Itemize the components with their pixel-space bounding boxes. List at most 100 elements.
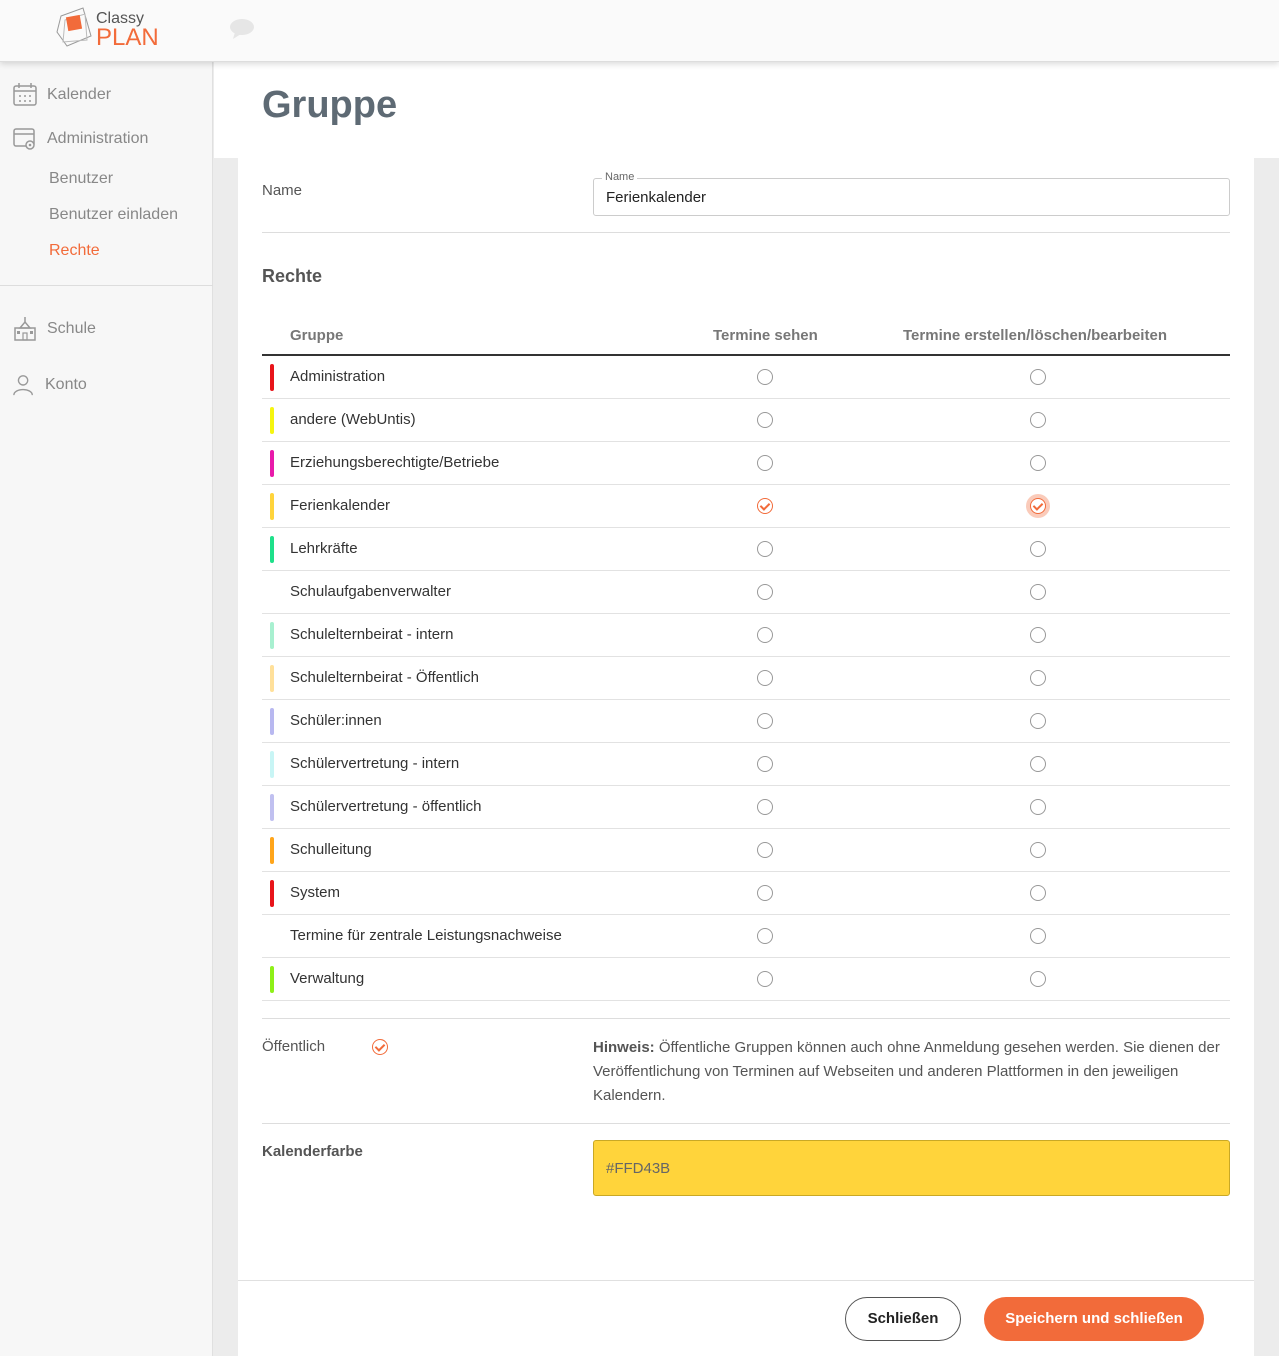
group-color-marker	[270, 708, 274, 735]
group-color-marker	[270, 450, 274, 477]
rights-table-row: Schulelternbeirat - intern	[262, 614, 1230, 657]
edit-events-radio[interactable]	[1030, 928, 1046, 944]
see-events-radio[interactable]	[757, 584, 773, 600]
edit-events-radio[interactable]	[1030, 971, 1046, 987]
public-toggle[interactable]	[372, 1039, 388, 1055]
see-events-radio[interactable]	[757, 799, 773, 815]
edit-events-radio[interactable]	[1030, 584, 1046, 600]
group-name: Verwaltung	[290, 970, 365, 987]
rights-table-row: System	[262, 872, 1230, 915]
sidebar-label-kalender: Kalender	[47, 86, 112, 103]
rights-table-row: Schülervertretung - intern	[262, 743, 1230, 786]
group-name: Schulleitung	[290, 841, 372, 858]
group-color-marker	[270, 751, 274, 778]
see-events-radio[interactable]	[757, 928, 773, 944]
see-events-radio[interactable]	[757, 713, 773, 729]
rights-table-row: Schulleitung	[262, 829, 1230, 872]
edit-events-radio[interactable]	[1030, 498, 1046, 514]
hint-text: Öffentliche Gruppen können auch ohne Anm…	[593, 1039, 1220, 1104]
edit-events-radio[interactable]	[1030, 455, 1046, 471]
edit-events-radio[interactable]	[1030, 756, 1046, 772]
group-form-card: Name Name Ferienkalender Rechte Gruppe T…	[238, 158, 1254, 1356]
group-name: System	[290, 884, 341, 901]
sidebar-item-administration[interactable]: Administration	[12, 126, 148, 152]
divider	[262, 1018, 1230, 1019]
name-label: Name	[262, 182, 303, 199]
see-events-radio[interactable]	[757, 842, 773, 858]
rights-table-row: Administration	[262, 356, 1230, 399]
sidebar: Kalender Administration Benutzer Benutze…	[0, 62, 213, 1356]
admin-settings-icon	[13, 128, 35, 150]
edit-events-radio[interactable]	[1030, 369, 1046, 385]
group-name: andere (WebUntis)	[290, 411, 416, 428]
calendar-color-value: #FFD43B	[606, 1160, 671, 1177]
close-button[interactable]: Schließen	[845, 1297, 961, 1341]
group-color-marker	[270, 665, 274, 692]
rights-table-row: andere (WebUntis)	[262, 399, 1230, 442]
see-events-radio[interactable]	[757, 455, 773, 471]
rights-table-row: Verwaltung	[262, 958, 1230, 1001]
edit-events-radio[interactable]	[1030, 713, 1046, 729]
group-color-marker	[270, 407, 274, 434]
see-events-radio[interactable]	[757, 885, 773, 901]
see-events-radio[interactable]	[757, 670, 773, 686]
edit-events-radio[interactable]	[1030, 627, 1046, 643]
school-icon	[14, 317, 36, 341]
group-name: Schulelternbeirat - Öffentlich	[290, 669, 479, 686]
edit-events-radio[interactable]	[1030, 799, 1046, 815]
edit-events-radio[interactable]	[1030, 842, 1046, 858]
public-hint: Hinweis: Öffentliche Gruppen können auch…	[593, 1036, 1223, 1108]
sidebar-item-benutzer[interactable]: Benutzer	[49, 170, 113, 188]
edit-events-radio[interactable]	[1030, 670, 1046, 686]
logo-text-plan: PLAN	[96, 24, 159, 51]
see-events-radio[interactable]	[757, 412, 773, 428]
group-color-marker	[270, 493, 274, 520]
see-events-radio[interactable]	[757, 541, 773, 557]
classyplan-logo[interactable]: Classy PLAN	[55, 6, 165, 52]
divider	[262, 232, 1230, 233]
group-color-marker	[270, 966, 274, 993]
rights-table-row: Ferienkalender	[262, 485, 1230, 528]
see-events-radio[interactable]	[757, 498, 773, 514]
edit-events-radio[interactable]	[1030, 885, 1046, 901]
divider	[262, 1123, 1230, 1124]
group-color-marker	[270, 536, 274, 563]
page-title: Gruppe	[262, 84, 398, 126]
edit-events-radio[interactable]	[1030, 412, 1046, 428]
hint-bold: Hinweis:	[593, 1039, 655, 1056]
see-events-radio[interactable]	[757, 627, 773, 643]
user-account-icon	[13, 375, 33, 396]
group-color-marker	[270, 837, 274, 864]
edit-events-radio[interactable]	[1030, 541, 1046, 557]
logo-mark-icon	[56, 7, 92, 47]
sidebar-item-schule[interactable]: Schule	[12, 316, 96, 342]
calendar-color-label: Kalenderfarbe	[262, 1143, 363, 1160]
save-and-close-button[interactable]: Speichern und schließen	[984, 1297, 1204, 1341]
group-name: Schulaufgabenverwalter	[290, 583, 451, 600]
column-header-edit: Termine erstellen/löschen/bearbeiten	[903, 327, 1167, 344]
name-field-value: Ferienkalender	[606, 189, 707, 206]
group-name: Ferienkalender	[290, 497, 391, 514]
sidebar-item-konto[interactable]: Konto	[12, 372, 87, 398]
rights-table-row: Lehrkräfte	[262, 528, 1230, 571]
see-events-radio[interactable]	[757, 369, 773, 385]
column-header-group: Gruppe	[290, 327, 344, 344]
group-color-marker	[270, 364, 274, 391]
chat-icon[interactable]	[229, 18, 255, 40]
sidebar-label-administration: Administration	[47, 130, 149, 147]
group-name: Schulelternbeirat - intern	[290, 626, 454, 643]
sidebar-item-benutzer-einladen[interactable]: Benutzer einladen	[49, 206, 178, 224]
rights-table-header: Gruppe Termine sehen Termine erstellen/l…	[262, 320, 1230, 356]
calendar-color-field[interactable]: #FFD43B	[593, 1140, 1230, 1196]
sidebar-divider	[0, 285, 213, 286]
see-events-radio[interactable]	[757, 756, 773, 772]
group-name: Schülervertretung - öffentlich	[290, 798, 482, 815]
page-header: Gruppe	[214, 62, 1279, 158]
rights-table-row: Schülervertretung - öffentlich	[262, 786, 1230, 829]
group-name: Schülervertretung - intern	[290, 755, 460, 772]
sidebar-item-rechte[interactable]: Rechte	[49, 242, 100, 260]
group-name: Schüler:innen	[290, 712, 382, 729]
name-field[interactable]: Name Ferienkalender	[593, 171, 1230, 216]
sidebar-item-kalender[interactable]: Kalender	[12, 82, 111, 108]
see-events-radio[interactable]	[757, 971, 773, 987]
